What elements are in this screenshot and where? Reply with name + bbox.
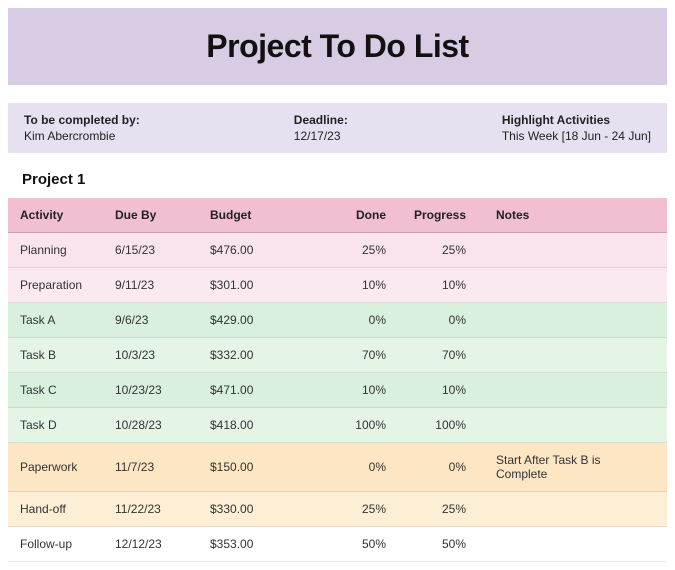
cell-notes — [478, 527, 667, 562]
col-activity: Activity — [8, 198, 103, 233]
highlight-value: This Week [18 Jun - 24 Jun] — [502, 129, 651, 143]
cell-progress: 100% — [398, 408, 478, 443]
table-row: Task D10/28/23$418.00100%100% — [8, 408, 667, 443]
cell-progress: 50% — [398, 527, 478, 562]
cell-notes — [478, 338, 667, 373]
cell-budget: $332.00 — [198, 338, 318, 373]
table-row: Planning6/15/23$476.0025%25% — [8, 233, 667, 268]
cell-done: 25% — [318, 492, 398, 527]
cell-due: 10/3/23 — [103, 338, 198, 373]
cell-done: 10% — [318, 373, 398, 408]
highlight-label: Highlight Activities — [502, 113, 651, 127]
cell-activity: Follow-up — [8, 527, 103, 562]
page-title: Project To Do List — [8, 28, 667, 65]
cell-due: 9/6/23 — [103, 303, 198, 338]
cell-budget: $476.00 — [198, 233, 318, 268]
completed-by-value: Kim Abercrombie — [24, 129, 140, 143]
cell-budget: $429.00 — [198, 303, 318, 338]
table-row: Follow-up12/12/23$353.0050%50% — [8, 527, 667, 562]
deadline-label: Deadline: — [294, 113, 348, 127]
activity-table: Activity Due By Budget Done Progress Not… — [8, 198, 667, 562]
info-highlight: Highlight Activities This Week [18 Jun -… — [502, 113, 651, 143]
cell-activity: Task D — [8, 408, 103, 443]
cell-progress: 10% — [398, 268, 478, 303]
col-due: Due By — [103, 198, 198, 233]
cell-due: 12/12/23 — [103, 527, 198, 562]
cell-budget: $330.00 — [198, 492, 318, 527]
cell-due: 10/28/23 — [103, 408, 198, 443]
cell-budget: $301.00 — [198, 268, 318, 303]
table-header-row: Activity Due By Budget Done Progress Not… — [8, 198, 667, 233]
cell-done: 10% — [318, 268, 398, 303]
cell-notes — [478, 492, 667, 527]
cell-done: 0% — [318, 303, 398, 338]
cell-budget: $418.00 — [198, 408, 318, 443]
table-row: Hand-off11/22/23$330.0025%25% — [8, 492, 667, 527]
cell-done: 70% — [318, 338, 398, 373]
cell-done: 0% — [318, 443, 398, 492]
completed-by-label: To be completed by: — [24, 113, 140, 127]
info-deadline: Deadline: 12/17/23 — [294, 113, 348, 143]
project-title: Project 1 — [22, 171, 667, 188]
cell-progress: 25% — [398, 492, 478, 527]
cell-done: 25% — [318, 233, 398, 268]
cell-notes — [478, 233, 667, 268]
cell-due: 6/15/23 — [103, 233, 198, 268]
cell-progress: 70% — [398, 338, 478, 373]
cell-activity: Paperwork — [8, 443, 103, 492]
cell-notes — [478, 373, 667, 408]
cell-progress: 0% — [398, 443, 478, 492]
table-row: Task A9/6/23$429.000%0% — [8, 303, 667, 338]
cell-notes — [478, 303, 667, 338]
col-budget: Budget — [198, 198, 318, 233]
cell-activity: Task B — [8, 338, 103, 373]
deadline-value: 12/17/23 — [294, 129, 348, 143]
cell-done: 50% — [318, 527, 398, 562]
cell-due: 10/23/23 — [103, 373, 198, 408]
cell-notes — [478, 268, 667, 303]
cell-progress: 0% — [398, 303, 478, 338]
cell-budget: $353.00 — [198, 527, 318, 562]
table-row: Preparation9/11/23$301.0010%10% — [8, 268, 667, 303]
cell-budget: $150.00 — [198, 443, 318, 492]
cell-done: 100% — [318, 408, 398, 443]
col-done: Done — [318, 198, 398, 233]
cell-due: 9/11/23 — [103, 268, 198, 303]
cell-activity: Planning — [8, 233, 103, 268]
cell-activity: Task C — [8, 373, 103, 408]
cell-progress: 25% — [398, 233, 478, 268]
cell-budget: $471.00 — [198, 373, 318, 408]
cell-activity: Preparation — [8, 268, 103, 303]
col-progress: Progress — [398, 198, 478, 233]
cell-due: 11/22/23 — [103, 492, 198, 527]
title-bar: Project To Do List — [8, 8, 667, 85]
col-notes: Notes — [478, 198, 667, 233]
cell-progress: 10% — [398, 373, 478, 408]
cell-activity: Task A — [8, 303, 103, 338]
cell-activity: Hand-off — [8, 492, 103, 527]
info-completed-by: To be completed by: Kim Abercrombie — [24, 113, 140, 143]
cell-notes: Start After Task B is Complete — [478, 443, 667, 492]
table-row: Task C10/23/23$471.0010%10% — [8, 373, 667, 408]
table-row: Task B10/3/23$332.0070%70% — [8, 338, 667, 373]
info-bar: To be completed by: Kim Abercrombie Dead… — [8, 103, 667, 153]
table-row: Paperwork11/7/23$150.000%0%Start After T… — [8, 443, 667, 492]
cell-due: 11/7/23 — [103, 443, 198, 492]
cell-notes — [478, 408, 667, 443]
